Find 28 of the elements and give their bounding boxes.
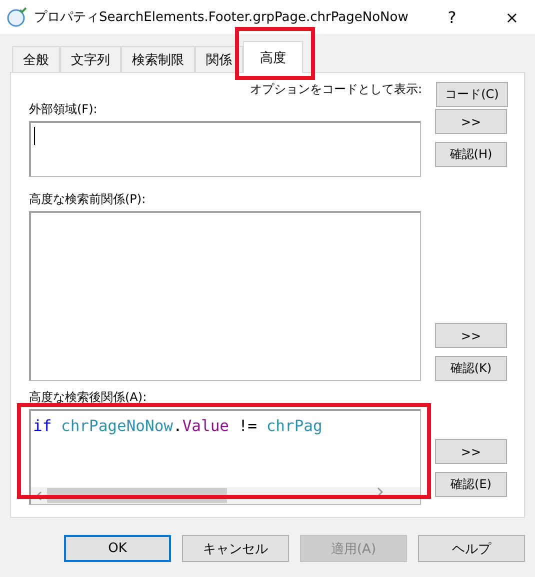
side-button[interactable]: 確認(E) <box>435 472 507 497</box>
dialog-button[interactable]: キャンセル <box>182 535 290 562</box>
side-button[interactable]: 確認(K) <box>435 356 507 381</box>
side-button[interactable]: >> <box>435 109 507 134</box>
side-button[interactable]: >> <box>435 323 507 348</box>
code-button[interactable]: コード(C) <box>436 82 508 106</box>
tab[interactable]: 全般 <box>12 46 60 72</box>
code-editor[interactable]: if chrPageNoNow.Value != chrPag <box>29 409 421 505</box>
option-label: オプションをコードとして表示: <box>250 80 422 98</box>
side-button[interactable]: >> <box>435 439 507 464</box>
dialog-button[interactable]: ヘルプ <box>418 535 526 562</box>
tab[interactable]: 文字列 <box>60 46 121 72</box>
field-label: 高度な検索後関係(A): <box>29 389 148 405</box>
app-icon <box>6 6 28 28</box>
dialog-button[interactable]: OK <box>64 535 172 562</box>
side-button[interactable]: 確認(H) <box>435 142 507 167</box>
help-button[interactable]: ? <box>429 8 475 26</box>
tab[interactable]: 検索制限 <box>121 46 195 72</box>
code-line: if chrPageNoNow.Value != chrPag <box>32 416 324 437</box>
field-label: 高度な検索前関係(P): <box>29 191 147 207</box>
code-editor[interactable] <box>29 121 421 177</box>
tab[interactable]: 関係 <box>195 46 243 72</box>
scroll-left-icon[interactable] <box>35 490 43 500</box>
window-title: プロパティSearchElements.Footer.grpPage.chrPageNoNow <box>34 9 410 26</box>
field-label: 外部領域(F): <box>29 101 98 117</box>
close-button[interactable]: × <box>489 8 535 26</box>
text-cursor <box>34 127 35 145</box>
tab[interactable]: 高度 <box>243 41 303 73</box>
